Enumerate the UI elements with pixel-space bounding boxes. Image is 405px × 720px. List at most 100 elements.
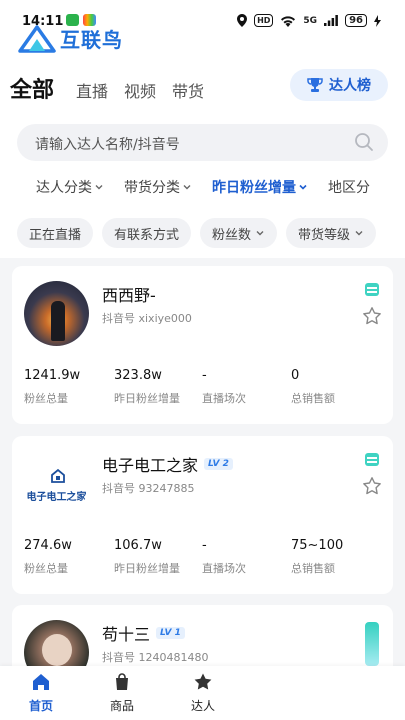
influencer-card[interactable]: 电子电工之家 电子电工之家 LV 2 抖音号 93247885 274.6w 粉丝总… — [12, 436, 393, 594]
douyin-id: 抖音号 1240481480 — [102, 651, 209, 664]
star-icon — [194, 673, 212, 690]
logo-mark-icon — [18, 24, 56, 53]
stat-sales: 75~100 总销售额 — [291, 538, 343, 576]
filter-region[interactable]: 地区分 — [328, 177, 370, 197]
search-bar[interactable]: 请输入达人名称/抖音号 — [17, 124, 388, 161]
stat-label: 昨日粉丝增量 — [114, 392, 180, 405]
network-label: 5G — [303, 15, 318, 26]
tab-live[interactable]: 直播 — [76, 78, 108, 102]
chevron-down-icon — [299, 184, 307, 190]
avatar — [24, 281, 89, 346]
location-icon — [237, 14, 248, 27]
stat-value: 0 — [291, 368, 300, 383]
quick-filter-chips: 正在直播 有联系方式 粉丝数 带货等级 — [17, 218, 377, 248]
filter-yesterday-fans[interactable]: 昨日粉丝增量 — [212, 177, 308, 197]
tag-icon[interactable] — [365, 622, 379, 666]
stat-value: 106.7w — [114, 538, 162, 553]
filter-goods-category[interactable]: 带货分类 — [124, 177, 192, 197]
stat-value: 323.8w — [114, 368, 162, 383]
nav-label: 达人 — [190, 699, 215, 713]
nav-products[interactable]: 商品 — [92, 672, 152, 714]
influencer-name: 电子电工之家 LV 2 — [102, 452, 233, 476]
favorite-star-icon[interactable] — [362, 306, 382, 326]
filter-label: 昨日粉丝增量 — [212, 180, 296, 196]
status-bar: 14:11 HD 5G 96 — [0, 0, 405, 29]
stat-lives: - 直播场次 — [202, 368, 246, 406]
bottom-navigation: 首页 商品 达人 — [0, 666, 405, 720]
favorite-star-icon[interactable] — [362, 476, 382, 496]
battery-level: 96 — [345, 14, 367, 27]
chip-live-now[interactable]: 正在直播 — [17, 218, 94, 248]
chip-label: 带货等级 — [298, 227, 351, 243]
name-text: 西西野- — [102, 286, 156, 305]
stat-value: 75~100 — [291, 538, 344, 553]
nav-home[interactable]: 首页 — [11, 672, 71, 714]
influencer-rank-button[interactable]: 达人榜 — [290, 69, 388, 101]
tag-icon[interactable] — [365, 283, 379, 296]
influencer-name: 西西野- — [102, 282, 156, 306]
chevron-down-icon — [95, 185, 103, 190]
filter-bar: 达人分类 带货分类 昨日粉丝增量 地区分 — [36, 177, 370, 197]
influencer-card[interactable]: 西西野- 抖音号 xixiye000 1241.9w 粉丝总量 323.8w 昨日粉… — [12, 266, 393, 424]
stat-label: 直播场次 — [202, 392, 246, 405]
stat-label: 粉丝总量 — [24, 562, 68, 575]
chevron-down-icon — [183, 185, 191, 190]
stat-label: 总销售额 — [291, 562, 335, 575]
search-placeholder: 请输入达人名称/抖音号 — [35, 137, 180, 153]
avatar — [24, 620, 89, 666]
trophy-icon — [307, 78, 323, 92]
influencer-name: 苟十三 LV 1 — [102, 621, 185, 645]
stat-label: 昨日粉丝增量 — [114, 562, 180, 575]
home-icon — [33, 674, 49, 690]
chip-has-contact[interactable]: 有联系方式 — [102, 218, 192, 248]
wifi-icon — [281, 15, 296, 27]
stat-label: 粉丝总量 — [24, 392, 68, 405]
stat-lives: - 直播场次 — [202, 538, 246, 576]
stat-fans: 274.6w 粉丝总量 — [24, 538, 72, 576]
stat-fans: 1241.9w 粉丝总量 — [24, 368, 80, 406]
stat-sales: 0 总销售额 — [291, 368, 335, 406]
stat-yesterday: 106.7w 昨日粉丝增量 — [114, 538, 180, 576]
chevron-down-icon — [256, 231, 264, 236]
rank-button-label: 达人榜 — [329, 78, 371, 94]
filter-label: 达人分类 — [36, 180, 92, 196]
stat-value: - — [202, 368, 207, 383]
content-tabs: 全部 直播 视频 带货 — [10, 72, 204, 104]
avatar-text: 电子电工之家 — [26, 492, 87, 503]
stat-yesterday: 323.8w 昨日粉丝增量 — [114, 368, 180, 406]
tab-all[interactable]: 全部 — [10, 72, 54, 104]
chip-sales-level[interactable]: 带货等级 — [286, 218, 377, 248]
nav-label: 首页 — [28, 699, 53, 713]
douyin-id: 抖音号 xixiye000 — [102, 312, 192, 325]
tab-video[interactable]: 视频 — [124, 78, 156, 102]
stat-label: 直播场次 — [202, 562, 246, 575]
hd-icon: HD — [254, 14, 274, 27]
stat-label: 总销售额 — [291, 392, 335, 405]
filter-talent-category[interactable]: 达人分类 — [36, 177, 104, 197]
level-badge: LV 1 — [156, 627, 185, 639]
chip-fans-count[interactable]: 粉丝数 — [200, 218, 278, 248]
search-icon[interactable] — [354, 132, 374, 152]
house-logo-icon — [51, 468, 65, 483]
tag-icon[interactable] — [365, 453, 379, 466]
chevron-down-icon — [355, 231, 363, 236]
nav-label: 商品 — [109, 699, 134, 713]
status-indicators: HD 5G 96 — [237, 14, 381, 27]
logo-text: 互联鸟 — [60, 28, 123, 52]
signal-icon — [324, 15, 338, 26]
stat-value: - — [202, 538, 207, 553]
avatar: 电子电工之家 — [24, 451, 89, 516]
stat-value: 1241.9w — [24, 368, 81, 383]
app-logo: 互联鸟 — [18, 24, 123, 53]
level-badge: LV 2 — [204, 458, 233, 470]
chip-label: 粉丝数 — [212, 227, 252, 243]
tab-sales[interactable]: 带货 — [172, 78, 204, 102]
filter-label: 带货分类 — [124, 180, 180, 196]
nav-influencers[interactable]: 达人 — [173, 672, 233, 714]
name-text: 苟十三 — [102, 625, 151, 644]
shopping-bag-icon — [116, 673, 128, 690]
charging-icon — [374, 14, 381, 27]
influencer-card[interactable]: 苟十三 LV 1 抖音号 1240481480 — [12, 605, 393, 666]
douyin-id: 抖音号 93247885 — [102, 482, 195, 495]
stat-value: 274.6w — [24, 538, 72, 553]
